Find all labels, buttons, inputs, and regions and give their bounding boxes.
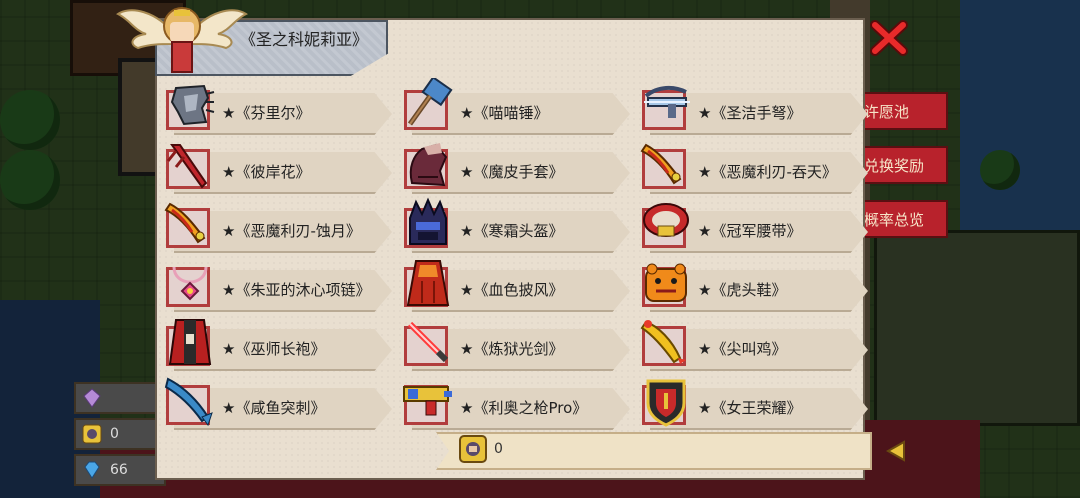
- item-wizard-robe[interactable]: ★《巫师长袍》: [160, 319, 395, 374]
- item-label: ★《冠军腰带》: [698, 222, 802, 240]
- demon-blade-icon: [164, 202, 206, 244]
- belt-icon: [643, 203, 689, 237]
- token-count: 0: [494, 441, 503, 457]
- red-blade-icon: [166, 144, 208, 189]
- item-label: ★《芬里尔》: [222, 104, 311, 122]
- item-demon-blade-eclipse[interactable]: ★《恶魔利刃-蚀月》: [160, 202, 395, 256]
- angel-avatar-icon: [116, 7, 248, 73]
- item-demon-glove[interactable]: ★《魔皮手套》: [398, 143, 633, 197]
- item-label: ★《恶魔利刃-蚀月》: [222, 222, 361, 240]
- hammer-icon: [407, 78, 453, 126]
- item-blood-cape[interactable]: ★《血色披风》: [398, 260, 633, 315]
- item-label: ★《寒霜头盔》: [460, 222, 564, 240]
- item-screaming-chicken[interactable]: ★《尖叫鸡》: [636, 320, 871, 374]
- item-label: ★《尖叫鸡》: [698, 340, 787, 358]
- tiger-shoes-icon: [645, 263, 687, 302]
- item-label: ★《炼狱光剑》: [460, 340, 564, 358]
- cape-icon: [406, 260, 450, 306]
- screaming-chicken-icon: [640, 320, 686, 364]
- lightsaber-icon: [407, 321, 449, 363]
- shield-icon: [646, 379, 686, 427]
- item-leo-gun-pro[interactable]: ★《利奥之枪Pro》: [398, 383, 633, 433]
- claw-gauntlet-icon: [170, 84, 215, 126]
- frost-helmet-icon: [409, 197, 447, 245]
- item-necklace[interactable]: ★《朱亚的沐心项链》: [160, 265, 395, 315]
- glove-icon: [409, 143, 448, 187]
- item-frost-helmet[interactable]: ★《寒霜头盔》: [398, 197, 633, 256]
- item-fenrir[interactable]: ★《芬里尔》: [160, 84, 395, 138]
- resource-blue-diamond: 66: [74, 454, 166, 486]
- item-meow-hammer[interactable]: ★《喵喵锤》: [398, 78, 633, 138]
- item-label: ★《朱亚的沐心项链》: [222, 281, 371, 299]
- item-salted-fish[interactable]: ★《咸鱼突刺》: [160, 377, 395, 433]
- resource-token: 0: [74, 418, 166, 450]
- item-label: ★《巫师长袍》: [222, 340, 326, 358]
- item-champion-belt[interactable]: ★《冠军腰带》: [636, 203, 871, 256]
- item-label: ★《女王荣耀》: [698, 399, 802, 417]
- item-label: ★《魔皮手套》: [460, 163, 564, 181]
- item-label: ★《圣洁手弩》: [698, 104, 802, 122]
- item-tiger-shoes[interactable]: ★《虎头鞋》: [636, 263, 871, 315]
- item-label: ★《彼岸花》: [222, 163, 311, 181]
- token-icon: [82, 424, 102, 444]
- item-demon-blade-devour[interactable]: ★《恶魔利刃-吞天》: [636, 143, 871, 197]
- resource-purple-gem: [74, 382, 166, 414]
- token-icon: [459, 435, 487, 463]
- blue-diamond-icon: [84, 461, 100, 479]
- item-label: ★《血色披风》: [460, 281, 564, 299]
- close-button[interactable]: [866, 18, 912, 58]
- item-label: ★《咸鱼突刺》: [222, 399, 326, 417]
- item-spider-lily[interactable]: ★《彼岸花》: [160, 144, 395, 197]
- page-title: 《圣之科妮莉亚》: [240, 30, 369, 49]
- item-queen-glory[interactable]: ★《女王荣耀》: [636, 379, 871, 433]
- fish-icon: [164, 377, 213, 427]
- item-label: ★《利奥之枪Pro》: [460, 399, 588, 417]
- item-holy-crossbow[interactable]: ★《圣洁手弩》: [636, 85, 871, 138]
- purple-gem-icon: [83, 388, 101, 408]
- item-purgatory-saber[interactable]: ★《炼狱光剑》: [398, 321, 633, 374]
- arrow-left-icon[interactable]: [884, 440, 906, 462]
- close-icon: [870, 20, 908, 56]
- crossbow-icon: [644, 85, 690, 118]
- demon-blade-icon: [640, 143, 682, 185]
- robe-icon: [168, 319, 212, 365]
- item-label: ★《恶魔利刃-吞天》: [698, 163, 837, 181]
- item-label: ★《虎头鞋》: [698, 281, 787, 299]
- item-label: ★《喵喵锤》: [460, 104, 549, 122]
- necklace-icon: [172, 266, 208, 301]
- gun-icon: [403, 386, 452, 416]
